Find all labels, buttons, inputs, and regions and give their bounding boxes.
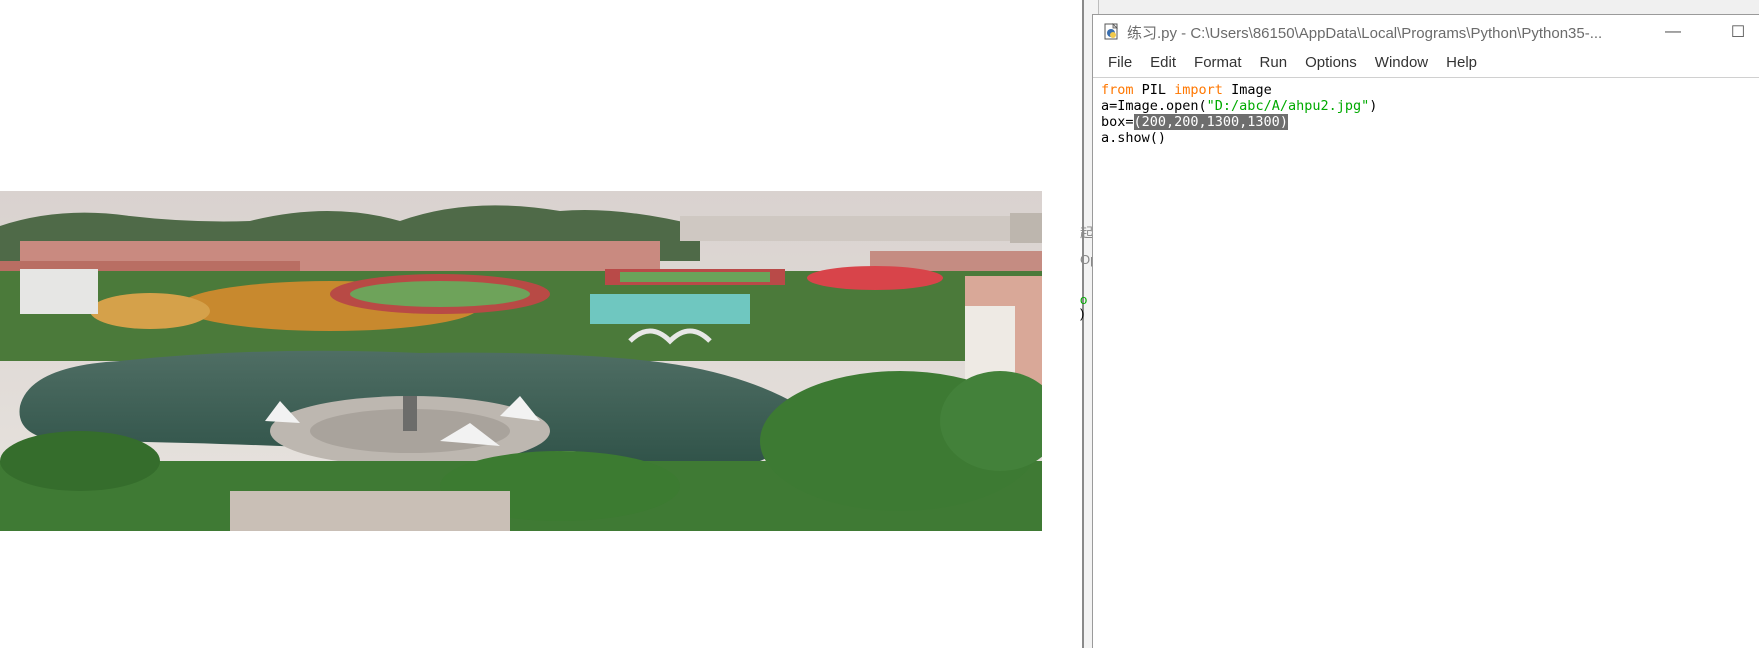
menu-run[interactable]: Run [1251,49,1297,77]
background-text-fragment: ) [1080,306,1085,321]
background-text-fragment: o [1080,292,1088,307]
window-title: 练习.py - C:\Users\86150\AppData\Local\Pro… [1127,24,1603,42]
code-line-1: from PIL import Image [1101,82,1759,98]
code-line-2: a=Image.open("D:/abc/A/ahpu2.jpg") [1101,98,1759,114]
keyword-import: import [1174,82,1223,98]
code-text: box= [1101,114,1134,130]
background-window-top [1082,0,1759,15]
menu-help[interactable]: Help [1437,49,1486,77]
code-text: a=Image.open( [1101,98,1207,114]
menu-file[interactable]: File [1099,49,1141,77]
menu-edit[interactable]: Edit [1141,49,1185,77]
maximize-button[interactable]: ☐ [1715,15,1759,49]
code-text: PIL [1133,82,1175,98]
image-viewer [0,0,1082,648]
keyword-from: from [1101,82,1134,98]
string-literal: "D:/abc/A/ahpu2.jpg" [1206,98,1370,114]
code-text: a.show() [1101,130,1167,146]
code-line-4: a.show() [1101,130,1759,146]
code-text: ) [1369,98,1378,114]
campus-photo [0,191,1042,531]
minimize-button[interactable]: — [1650,15,1696,49]
menu-window[interactable]: Window [1366,49,1437,77]
code-text: Image [1222,82,1272,98]
selected-text[interactable]: (200,200,1300,1300) [1133,114,1288,130]
menu-bar: File Edit Format Run Options Window Help [1093,49,1759,78]
idle-editor-window: 练习.py - C:\Users\86150\AppData\Local\Pro… [1092,14,1759,648]
window-titlebar[interactable]: 练习.py - C:\Users\86150\AppData\Local\Pro… [1093,15,1759,49]
code-line-3: box=(200,200,1300,1300) [1101,114,1759,130]
menu-options[interactable]: Options [1296,49,1366,77]
python-file-icon [1103,23,1121,41]
menu-format[interactable]: Format [1185,49,1251,77]
code-editor[interactable]: from PIL import Image a=Image.open("D:/a… [1093,78,1759,648]
